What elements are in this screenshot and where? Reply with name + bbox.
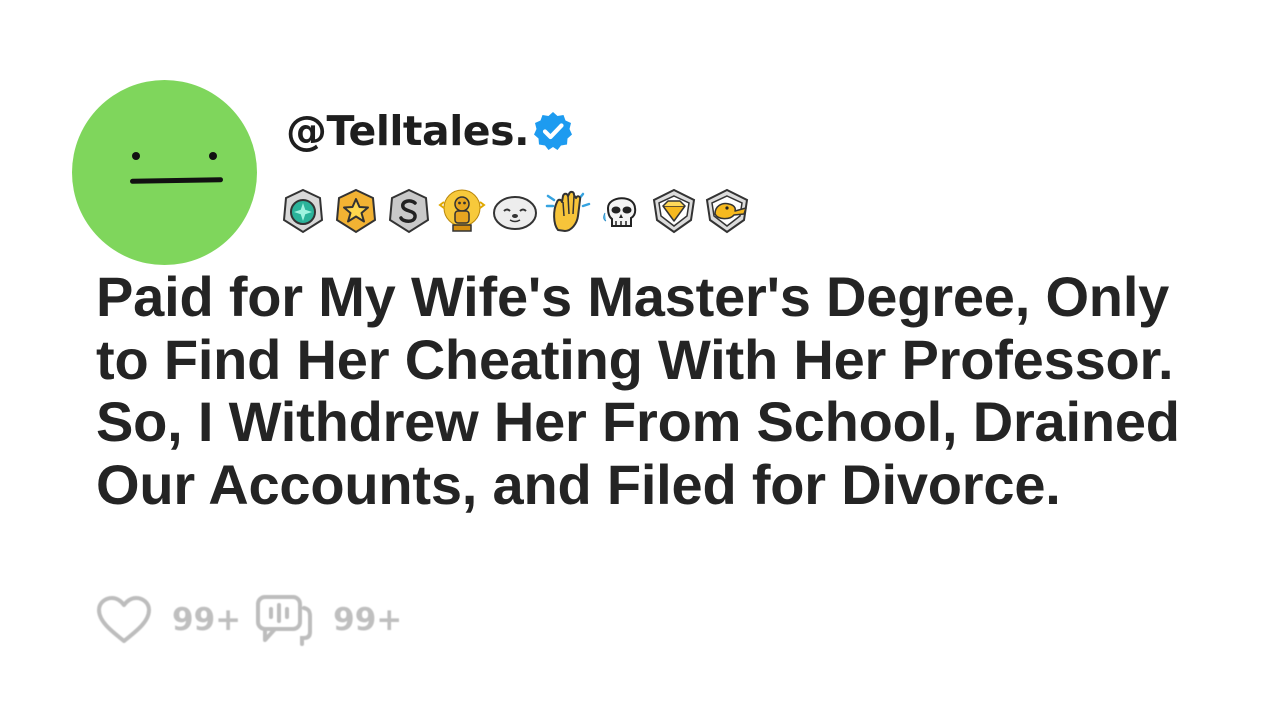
avatar[interactable] — [72, 80, 257, 265]
awards-row — [278, 186, 755, 236]
clapping-hands-award-icon[interactable] — [543, 186, 593, 236]
silver-s-award-icon[interactable] — [384, 186, 434, 236]
post-stats: 99+ 99+ — [96, 594, 416, 646]
star-award-icon[interactable] — [331, 186, 381, 236]
heart-icon[interactable] — [96, 595, 152, 645]
author-handle[interactable]: @Telltales. — [286, 103, 530, 159]
verified-badge-icon — [531, 109, 575, 153]
avatar-right-eye — [209, 152, 217, 160]
comment-count: 99+ — [333, 602, 403, 638]
seal-award-icon[interactable] — [490, 186, 540, 236]
avatar-mouth — [129, 177, 224, 184]
diamond-award-icon[interactable] — [278, 186, 328, 236]
comment-icon[interactable] — [255, 594, 313, 646]
skull-laughing-award-icon[interactable] — [596, 186, 646, 236]
gold-trophy-award-icon[interactable] — [437, 186, 487, 236]
duck-award-icon[interactable] — [702, 186, 752, 236]
author-row: @Telltales. — [286, 103, 575, 159]
like-count: 99+ — [172, 602, 242, 638]
post-title[interactable]: Paid for My Wife's Master's Degree, Only… — [96, 265, 1196, 516]
avatar-left-eye — [132, 152, 140, 160]
gold-gem-award-icon[interactable] — [649, 186, 699, 236]
